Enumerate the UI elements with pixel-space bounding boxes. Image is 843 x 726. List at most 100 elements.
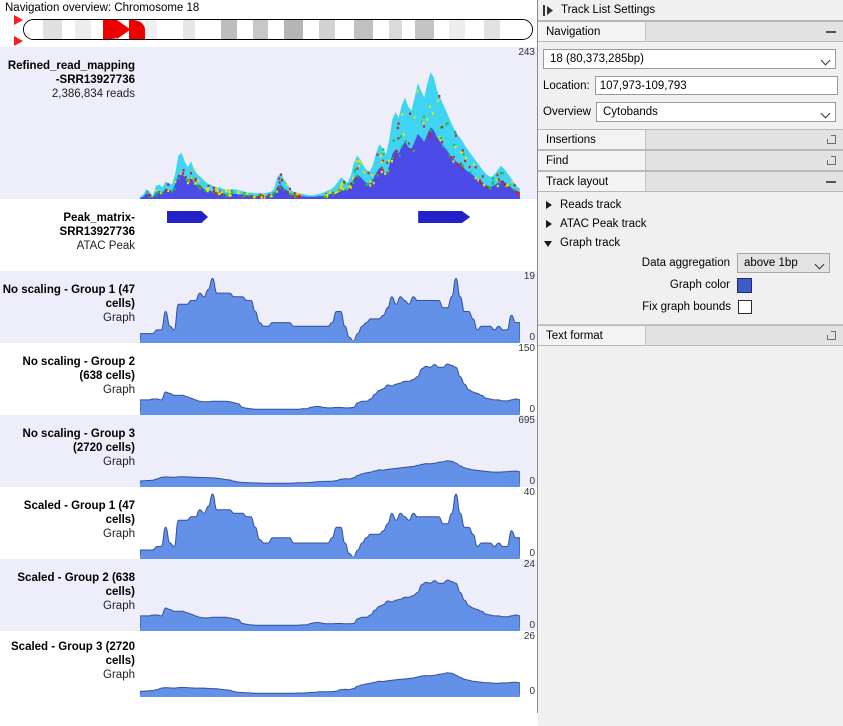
section-title-find[interactable]: Find xyxy=(538,151,646,170)
section-header-navigation[interactable]: Navigation xyxy=(538,21,843,42)
coverage-mismatch-marker xyxy=(482,175,484,177)
chevron-down-icon[interactable] xyxy=(822,55,831,64)
location-input-value: 107,973-109,793 xyxy=(600,80,687,92)
coverage-mismatch-marker xyxy=(225,190,227,192)
coverage-mismatch-marker xyxy=(473,163,475,165)
coverage-mismatch-marker xyxy=(268,194,270,196)
restore-box-icon[interactable] xyxy=(827,331,836,340)
coverage-mismatch-marker xyxy=(216,188,218,190)
track-row-refined-read-mapping[interactable]: Refined_read_mapping-SRR139277362,386,83… xyxy=(0,47,538,199)
section-title-insertions[interactable]: Insertions xyxy=(538,130,646,149)
coverage-mismatch-marker xyxy=(241,194,243,196)
coverage-mismatch-marker xyxy=(183,169,185,171)
fix-graph-bounds-row: Fix graph bounds xyxy=(540,296,838,318)
chevron-down-icon[interactable] xyxy=(822,108,831,117)
coverage-mismatch-marker xyxy=(332,193,334,195)
section-title-text-format[interactable]: Text format xyxy=(538,326,646,345)
coverage-mismatch-marker xyxy=(429,133,431,135)
track-label-line: ATAC Peak xyxy=(0,239,135,253)
graph-area xyxy=(140,494,520,557)
coverage-mismatch-marker xyxy=(479,179,481,181)
tree-item-graph-track[interactable]: Graph track xyxy=(540,233,838,252)
section-collapse-track-layout[interactable] xyxy=(646,172,843,191)
track-row-peak-matrix-atac[interactable]: Peak_matrix-SRR13927736ATAC Peak xyxy=(0,199,538,271)
coverage-mismatch-marker xyxy=(220,191,222,193)
section-expand-insertions[interactable] xyxy=(646,130,843,149)
coverage-mismatch-marker xyxy=(286,184,288,186)
chevron-down-icon[interactable] xyxy=(816,259,825,268)
ideogram-container[interactable] xyxy=(23,19,533,40)
track-row-no-scaling-group-2[interactable]: No scaling - Group 2(638 cells)Graph1500 xyxy=(0,343,538,415)
overview-select[interactable]: Cytobands xyxy=(596,102,836,122)
coverage-mismatch-marker xyxy=(276,190,278,192)
coverage-mismatch-marker xyxy=(281,179,283,181)
section-header-track-layout[interactable]: Track layout xyxy=(538,171,843,192)
section-title-track-layout[interactable]: Track layout xyxy=(538,172,646,191)
track-plot-no-scaling-group-3[interactable] xyxy=(140,415,520,487)
restore-box-icon[interactable] xyxy=(827,135,836,144)
graph-color-swatch[interactable] xyxy=(737,278,752,293)
panel-header: Track List Settings xyxy=(538,0,843,21)
coverage-mismatch-marker xyxy=(463,153,465,155)
coverage-mismatch-marker xyxy=(331,191,333,193)
coverage-mismatch-marker xyxy=(207,185,209,187)
coverage-mismatch-marker xyxy=(357,175,359,177)
track-row-scaled-group-1[interactable]: Scaled - Group 1 (47cells)Graph400 xyxy=(0,487,538,559)
track-row-scaled-group-3[interactable]: Scaled - Group 3 (2720cells)Graph260 xyxy=(0,631,538,697)
triangle-right-icon[interactable] xyxy=(544,200,554,210)
track-plot-scaled-group-1[interactable] xyxy=(140,487,520,559)
section-title-navigation[interactable]: Navigation xyxy=(538,22,646,41)
coverage-mismatch-marker xyxy=(198,180,200,182)
track-plot-refined-read-mapping[interactable] xyxy=(140,47,520,199)
track-plot-scaled-group-2[interactable] xyxy=(140,559,520,631)
coverage-mismatch-marker xyxy=(190,172,192,174)
coverage-mismatch-marker xyxy=(498,178,500,180)
coverage-mismatch-marker xyxy=(254,196,256,198)
section-expand-find[interactable] xyxy=(646,151,843,170)
graph-plot-svg xyxy=(140,631,520,697)
coverage-mismatch-marker xyxy=(475,177,477,179)
restore-box-icon[interactable] xyxy=(827,156,836,165)
fix-graph-bounds-checkbox[interactable] xyxy=(738,300,752,314)
coverage-mismatch-marker xyxy=(208,187,210,189)
tree-item-atac-peak-track[interactable]: ATAC Peak track xyxy=(540,214,838,233)
triangle-down-icon[interactable] xyxy=(544,238,554,248)
section-header-find[interactable]: Find xyxy=(538,150,843,171)
coverage-plot-svg xyxy=(140,47,520,199)
coverage-mismatch-marker xyxy=(336,191,338,193)
coverage-mismatch-marker xyxy=(218,193,220,195)
atac-peak-feature[interactable] xyxy=(418,211,470,223)
coverage-mismatch-marker xyxy=(497,185,499,187)
track-row-no-scaling-group-3[interactable]: No scaling - Group 3(2720 cells)Graph695… xyxy=(0,415,538,487)
expand-panel-icon[interactable] xyxy=(542,4,556,17)
section-collapse-navigation[interactable] xyxy=(646,22,843,41)
location-input[interactable]: 107,973-109,793 xyxy=(595,76,838,95)
track-plot-scaled-group-3[interactable] xyxy=(140,631,520,697)
atac-peak-feature[interactable] xyxy=(167,211,208,223)
section-header-text-format[interactable]: Text format xyxy=(538,325,843,346)
track-row-scaled-group-2[interactable]: Scaled - Group 2 (638cells)Graph240 xyxy=(0,559,538,631)
section-expand-text-format[interactable] xyxy=(646,326,843,345)
section-header-insertions[interactable]: Insertions xyxy=(538,129,843,150)
tree-item-reads-track[interactable]: Reads track xyxy=(540,195,838,214)
chromosome-select-value: 18 (80,373,285bp) xyxy=(550,53,644,65)
coverage-mismatch-marker xyxy=(384,173,386,175)
chromosome-18-ideogram[interactable] xyxy=(23,19,533,40)
coverage-mismatch-marker xyxy=(258,194,260,196)
coverage-mismatch-marker xyxy=(185,176,187,178)
track-plot-peak-matrix-atac[interactable] xyxy=(140,199,520,271)
data-aggregation-select[interactable]: above 1bp xyxy=(737,253,830,273)
coverage-mismatch-marker xyxy=(464,160,466,162)
coverage-mismatch-marker xyxy=(278,188,280,190)
collapse-dash-icon[interactable] xyxy=(826,31,836,33)
track-layout-body: Reads track ATAC Peak track Graph track … xyxy=(538,192,843,324)
triangle-right-icon[interactable] xyxy=(544,219,554,229)
coverage-mismatch-marker xyxy=(295,196,297,198)
track-row-no-scaling-group-1[interactable]: No scaling - Group 1 (47cells)Graph190 xyxy=(0,271,538,343)
collapse-dash-icon[interactable] xyxy=(826,181,836,183)
chromosome-select[interactable]: 18 (80,373,285bp) xyxy=(543,49,836,69)
track-plot-no-scaling-group-2[interactable] xyxy=(140,343,520,415)
cytoband xyxy=(500,20,532,39)
track-label-line: Scaled - Group 1 (47 xyxy=(0,499,135,513)
track-plot-no-scaling-group-1[interactable] xyxy=(140,271,520,343)
